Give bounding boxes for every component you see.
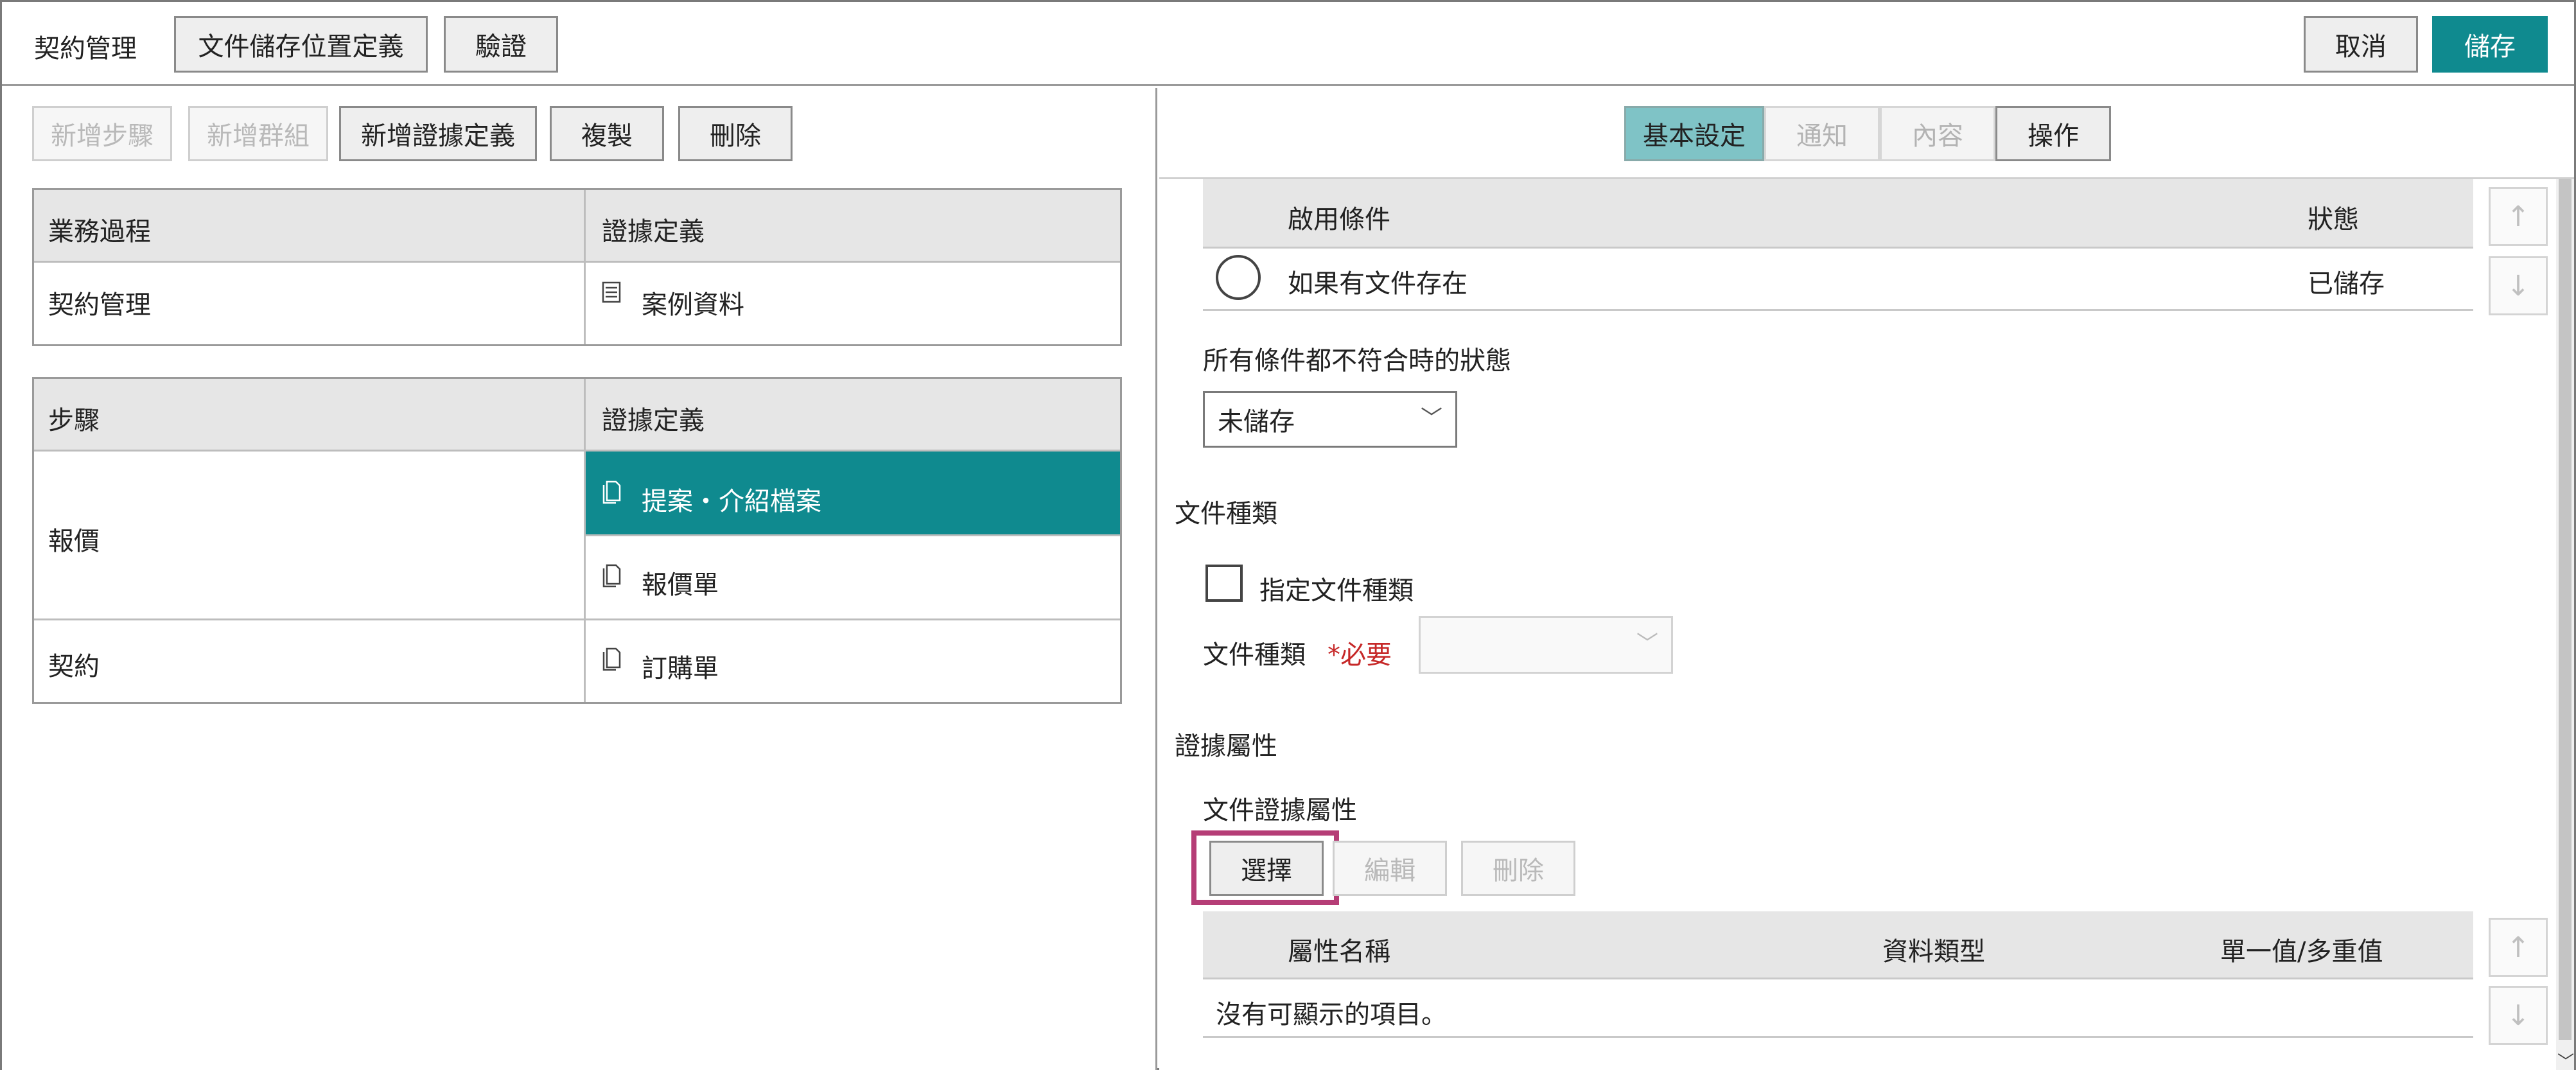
- status-column-header: 狀態: [2308, 205, 2359, 234]
- move-down-button[interactable]: ↓: [2489, 986, 2548, 1045]
- copy-button[interactable]: 複製: [550, 106, 664, 161]
- chevron-down-icon: ﹀: [1421, 405, 1442, 432]
- move-up-button[interactable]: ↑: [2489, 918, 2548, 977]
- evidence-cell[interactable]: 案例資料: [642, 284, 744, 321]
- required-mark: *必要: [1327, 640, 1392, 670]
- move-down-button[interactable]: ↓: [2489, 256, 2548, 315]
- top-bar: 契約管理 文件儲存位置定義 驗證 取消 儲存: [2, 2, 2574, 86]
- fallback-status-value: 未儲存: [1218, 407, 1295, 437]
- move-up-button[interactable]: ↑: [2489, 187, 2548, 246]
- vertical-scrollbar[interactable]: ﹀: [2556, 179, 2574, 1070]
- application-window: 契約管理 文件儲存位置定義 驗證 取消 儲存 新增步驟 新增群組 新增證據定義 …: [0, 0, 2576, 1070]
- evidence-column-header: 證據定義: [602, 406, 705, 435]
- tab-basic-settings[interactable]: 基本設定: [1624, 106, 1764, 161]
- conditions-header: [1203, 179, 2473, 249]
- add-group-button[interactable]: 新增群組: [188, 106, 328, 161]
- doc-type-section-title: 文件種類: [1175, 499, 1277, 529]
- process-table: 業務過程 證據定義 契約管理 案例資料: [32, 188, 1122, 346]
- condition-column-header: 啟用條件: [1288, 205, 1390, 234]
- document-icon: [602, 564, 621, 588]
- steps-table-header: [34, 379, 1120, 452]
- steps-table: 步驟 證據定義 報價 提案・介紹檔案 報價單 契約 訂購單: [32, 377, 1122, 704]
- row-divider: [1203, 1036, 2473, 1038]
- doc-evidence-attr-label: 文件證據屬性: [1203, 796, 1357, 825]
- fallback-status-select[interactable]: 未儲存 ﹀: [1203, 391, 1457, 448]
- scrollbar-thumb[interactable]: [2559, 179, 2572, 1040]
- cancel-button[interactable]: 取消: [2304, 16, 2418, 73]
- column-divider: [584, 379, 586, 702]
- evidence-column-header: 證據定義: [602, 217, 705, 247]
- row-divider: [586, 534, 1120, 536]
- page-title: 契約管理: [34, 34, 137, 64]
- step-name-cell[interactable]: 報價: [48, 520, 100, 557]
- settings-scroll-area[interactable]: 啟用條件 狀態 如果有文件存在 已儲存 ↑ ↓ 所有條件都不符合時的狀態 未儲存…: [1159, 177, 2574, 1070]
- tab-notification[interactable]: 通知: [1764, 106, 1880, 161]
- delete-attribute-button[interactable]: 刪除: [1461, 841, 1575, 896]
- highlight-box: [1191, 830, 1339, 905]
- add-evidence-definition-button[interactable]: 新增證據定義: [339, 106, 537, 161]
- step-name-cell[interactable]: 契約: [48, 645, 100, 683]
- edit-attribute-button[interactable]: 編輯: [1333, 841, 1447, 896]
- delete-button[interactable]: 刪除: [678, 106, 793, 161]
- attr-type-column-header: 資料類型: [1882, 937, 1985, 967]
- process-table-header: [34, 190, 1120, 263]
- chevron-down-icon: ﹀: [1636, 631, 1658, 657]
- verify-button[interactable]: 驗證: [444, 16, 558, 73]
- condition-status: 已儲存: [2308, 269, 2385, 299]
- doc-type-select[interactable]: ﹀: [1419, 616, 1673, 674]
- attr-name-column-header: 屬性名稱: [1288, 937, 1390, 967]
- process-name-cell[interactable]: 契約管理: [48, 284, 151, 321]
- condition-text[interactable]: 如果有文件存在: [1288, 263, 1468, 300]
- row-divider: [34, 618, 1120, 620]
- row-divider: [1203, 309, 2473, 311]
- column-divider: [584, 190, 586, 344]
- left-panel: 新增步驟 新增群組 新增證據定義 複製 刪除 業務過程 證據定義 契約管理 案例…: [2, 88, 1157, 1070]
- empty-list-message: 沒有可顯示的項目。: [1216, 1000, 1447, 1030]
- save-button[interactable]: 儲存: [2432, 16, 2548, 73]
- step-column-header: 步驟: [48, 406, 100, 435]
- evidence-cell[interactable]: 訂購單: [642, 647, 719, 685]
- tab-operation[interactable]: 操作: [1995, 106, 2111, 161]
- document-icon: [602, 647, 621, 671]
- specify-doc-type-label: 指定文件種類: [1259, 576, 1414, 606]
- fallback-status-label: 所有條件都不符合時的狀態: [1203, 346, 1511, 376]
- evidence-attr-section-title: 證據屬性: [1175, 732, 1277, 761]
- right-panel: 基本設定 通知 內容 操作 啟用條件 狀態 如果有文件存在 已儲存 ↑ ↓ 所有…: [1159, 88, 2574, 1070]
- list-icon: [602, 281, 621, 303]
- storage-definition-button[interactable]: 文件儲存位置定義: [174, 16, 428, 73]
- process-column-header: 業務過程: [48, 217, 151, 247]
- specify-doc-type-checkbox[interactable]: [1205, 565, 1243, 602]
- tab-content[interactable]: 內容: [1880, 106, 1995, 161]
- doc-type-label: 文件種類: [1203, 640, 1306, 670]
- scroll-down-icon[interactable]: ﹀: [2557, 1054, 2574, 1070]
- evidence-cell[interactable]: 報價單: [642, 564, 719, 601]
- add-step-button[interactable]: 新增步驟: [32, 106, 172, 161]
- evidence-cell-selected[interactable]: 提案・介紹檔案: [642, 480, 821, 518]
- document-icon: [602, 480, 621, 504]
- attr-multi-column-header: 單一值/多重值: [2220, 937, 2383, 967]
- condition-radio[interactable]: [1216, 255, 1261, 300]
